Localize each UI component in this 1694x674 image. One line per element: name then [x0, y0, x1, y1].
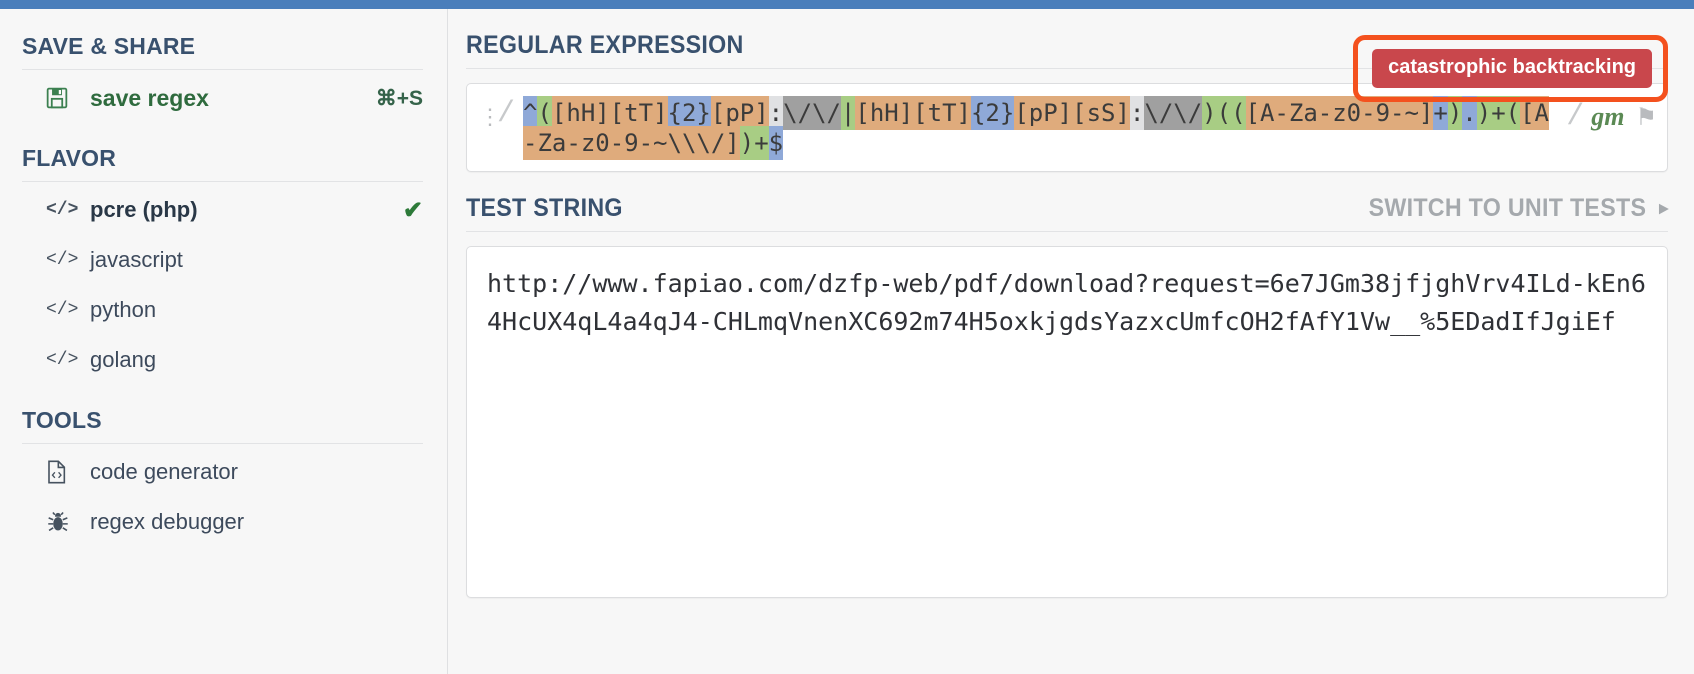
sidebar-item-label: golang	[90, 347, 157, 372]
regex-flags[interactable]: gm	[1591, 102, 1635, 132]
regex-token-29: $	[768, 126, 784, 160]
regex-token-13: [sS]	[1072, 96, 1130, 130]
sidebar-section-tools-title: TOOLS	[22, 385, 423, 444]
regex-open-delimiter: /	[497, 97, 516, 131]
regex-token-3: [tT]	[609, 96, 668, 130]
regex-token-27: )	[739, 126, 755, 160]
code-file-icon	[46, 460, 90, 484]
sidebar-item-regex-debugger[interactable]: regex debugger	[22, 497, 423, 547]
regex-token-0: ^	[523, 96, 538, 130]
test-string-box[interactable]: http://www.fapiao.com/dzfp-web/pdf/downl…	[466, 246, 1668, 598]
code-icon: </>	[46, 300, 79, 320]
chevron-right-icon: ▸	[1658, 198, 1668, 219]
floppy-disk-icon	[46, 87, 90, 109]
regex-token-6: :	[768, 96, 784, 130]
code-icon: </>	[46, 250, 79, 270]
regex-token-7: \/\/	[783, 96, 841, 130]
sidebar-section-flavor-title: FLAVOR	[22, 123, 423, 182]
status-badge[interactable]: catastrophic backtracking	[1372, 49, 1652, 88]
regex-token-9: [hH]	[855, 96, 914, 130]
regex-token-1: (	[537, 96, 552, 130]
regex-token-17: (	[1216, 96, 1232, 130]
sidebar-item-golang[interactable]: </> golang	[22, 335, 423, 385]
code-icon: </>	[46, 200, 79, 220]
sidebar: SAVE & SHARE save regex ⌘+S FLAVOR </> p…	[0, 9, 448, 674]
regex-token-8: |	[840, 96, 856, 130]
page-title: REGULAR EXPRESSION	[466, 31, 744, 59]
switch-to-unit-tests-button[interactable]: SWITCH TO UNIT TESTS ▸	[1368, 194, 1668, 223]
regex-close-delimiter: /	[1566, 100, 1585, 134]
test-string-input[interactable]: http://www.fapiao.com/dzfp-web/pdf/downl…	[487, 265, 1647, 341]
regex-pattern-input[interactable]: ^([hH][tT]{2}[pP]:\/\/|[hH][tT]{2}[pP][s…	[523, 95, 1552, 160]
regex-token-4: {2}	[667, 96, 711, 130]
switch-to-unit-tests-label: SWITCH TO UNIT TESTS	[1368, 194, 1646, 222]
bug-icon	[46, 510, 90, 534]
drag-handle-icon[interactable]: ⋮	[479, 95, 501, 128]
sidebar-item-label: pcre (php)	[90, 197, 198, 222]
top-accent-bar	[0, 0, 1694, 9]
sidebar-item-label: regex debugger	[90, 509, 245, 534]
error-highlight-ring: catastrophic backtracking	[1353, 35, 1668, 102]
sidebar-item-label: save regex	[90, 84, 209, 111]
regex-token-12: [pP]	[1014, 96, 1073, 130]
sidebar-item-label: javascript	[90, 247, 183, 272]
regex-token-16: )	[1202, 96, 1217, 130]
sidebar-item-javascript[interactable]: </> javascript	[22, 235, 423, 285]
sidebar-item-label: code generator	[90, 459, 238, 484]
sidebar-item-code-generator[interactable]: code generator	[22, 447, 423, 497]
test-string-title: TEST STRING	[466, 194, 623, 222]
regex-token-10: [tT]	[913, 96, 971, 130]
check-icon: ✔	[402, 196, 423, 224]
app-shell: SAVE & SHARE save regex ⌘+S FLAVOR </> p…	[0, 9, 1694, 674]
main-content: catastrophic backtracking REGULAR EXPRES…	[448, 9, 1694, 674]
regex-token-15: \/\/	[1144, 96, 1203, 130]
regex-token-18: (	[1231, 96, 1246, 130]
regex-token-2: [hH]	[551, 96, 610, 130]
regex-token-5: [pP]	[710, 96, 769, 130]
code-icon: </>	[46, 350, 79, 370]
flag-icon[interactable]: ⚑	[1635, 103, 1657, 132]
sidebar-item-save-regex[interactable]: save regex ⌘+S	[22, 73, 423, 123]
save-shortcut: ⌘+S	[375, 86, 423, 110]
regex-token-14: :	[1129, 96, 1145, 130]
regex-token-28: +	[754, 126, 769, 160]
regex-token-11: {2}	[970, 96, 1015, 130]
sidebar-item-label: python	[90, 297, 157, 322]
sidebar-item-python[interactable]: </> python	[22, 285, 423, 335]
sidebar-item-pcre-php[interactable]: </> pcre (php) ✔	[22, 185, 423, 235]
test-panel-header: TEST STRING SWITCH TO UNIT TESTS ▸	[466, 172, 1668, 232]
sidebar-section-save-share-title: SAVE & SHARE	[22, 9, 423, 70]
